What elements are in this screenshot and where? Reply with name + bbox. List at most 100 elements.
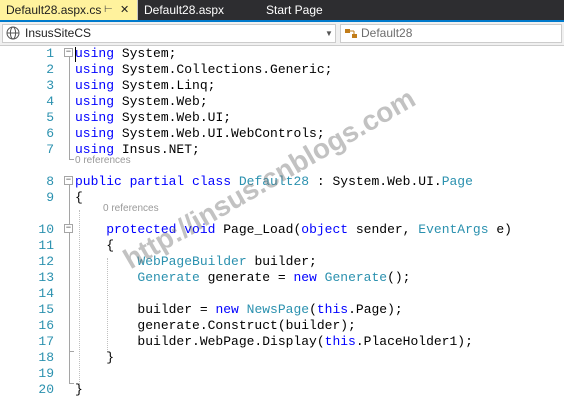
- code-line[interactable]: 13 Generate generate = new Generate();: [0, 270, 564, 286]
- code-line[interactable]: 18 }: [0, 350, 564, 366]
- code-token: System.Linq;: [121, 78, 216, 93]
- code-line[interactable]: 12 WebPageBuilder builder;: [0, 254, 564, 270]
- code-text: using System.Web;: [75, 94, 208, 110]
- code-line[interactable]: 4 using System.Web;: [0, 94, 564, 110]
- code-token: e): [488, 222, 512, 237]
- keyword-token: using: [75, 46, 115, 61]
- keyword-token: object: [301, 222, 349, 237]
- keyword-token: protected void: [75, 222, 216, 237]
- code-line[interactable]: 6 using System.Web.UI.WebControls;: [0, 126, 564, 142]
- line-number: 16: [38, 318, 54, 333]
- code-text: {: [75, 238, 114, 254]
- code-line[interactable]: 3 using System.Linq;: [0, 78, 564, 94]
- code-line[interactable]: 19: [0, 366, 564, 382]
- codelens-references[interactable]: 0 references: [103, 202, 159, 216]
- line-number: 6: [46, 126, 54, 141]
- code-text: generate.Construct(builder);: [75, 318, 356, 334]
- document-tab-strip: Default28.aspx.cs ⊢ ✕ Default28.aspx Sta…: [0, 0, 564, 22]
- code-token: generate =: [199, 270, 294, 285]
- text-caret: [75, 47, 76, 62]
- code-line[interactable]: 15 builder = new NewsPage(this.Page);: [0, 302, 564, 318]
- keyword-token: using: [75, 78, 115, 93]
- type-token: Page: [441, 174, 473, 189]
- code-text: builder = new NewsPage(this.Page);: [75, 302, 402, 318]
- line-number: 5: [46, 110, 54, 125]
- type-token: Generate: [75, 270, 200, 285]
- outline-end: [69, 159, 74, 160]
- code-token: .PlaceHolder1);: [355, 334, 473, 349]
- line-number: 2: [46, 62, 54, 77]
- line-number: 20: [38, 382, 54, 397]
- code-text: {: [75, 190, 83, 206]
- keyword-token: using: [75, 126, 115, 141]
- code-line[interactable]: 11 {: [0, 238, 564, 254]
- code-token: System;: [121, 46, 177, 61]
- code-token: }: [75, 350, 115, 365]
- navigation-bar: InsusSiteCS ▼ Default28: [0, 22, 564, 46]
- line-number: 8: [46, 174, 54, 189]
- code-text: Generate generate = new Generate();: [75, 270, 410, 286]
- code-text: using System.Web.UI.WebControls;: [75, 126, 325, 142]
- chevron-down-icon: ▼: [325, 29, 333, 38]
- line-number: 15: [38, 302, 54, 317]
- type-token: NewsPage: [238, 302, 310, 317]
- tab-default28-aspx[interactable]: Default28.aspx: [138, 0, 258, 20]
- code-token: Insus.NET;: [121, 142, 200, 157]
- code-token: System.Collections.Generic;: [121, 62, 333, 77]
- code-token: (: [309, 302, 317, 317]
- line-number: 19: [38, 366, 54, 381]
- project-name: InsusSiteCS: [25, 26, 92, 40]
- code-line[interactable]: 17 builder.WebPage.Display(this.PlaceHol…: [0, 334, 564, 350]
- codelens-references[interactable]: 0 references: [75, 154, 131, 168]
- code-text: using System.Linq;: [75, 78, 215, 94]
- code-token: builder.WebPage.Display(: [75, 334, 325, 349]
- line-number: 3: [46, 78, 54, 93]
- code-line[interactable]: 2 using System.Collections.Generic;: [0, 62, 564, 78]
- line-number: 1: [46, 46, 54, 61]
- line-number: 9: [46, 190, 54, 205]
- tab-label: Default28.aspx: [144, 3, 225, 17]
- keyword-token: using: [75, 110, 115, 125]
- project-dropdown[interactable]: InsusSiteCS ▼: [2, 24, 336, 43]
- code-token: generate.Construct(builder);: [75, 318, 356, 333]
- line-number: 13: [38, 270, 54, 285]
- line-number: 4: [46, 94, 54, 109]
- code-line[interactable]: 5 using System.Web.UI;: [0, 110, 564, 126]
- type-token: Default28: [238, 174, 310, 189]
- code-text: }: [75, 382, 83, 398]
- code-editor[interactable]: − − − 1 using System; 2 using System.Collec…: [0, 46, 564, 414]
- code-token: builder =: [75, 302, 216, 317]
- code-text: using System;: [75, 46, 176, 62]
- type-token: WebPageBuilder: [75, 254, 247, 269]
- code-text: protected void Page_Load(object sender, …: [75, 222, 512, 238]
- globe-icon: [6, 26, 20, 45]
- keyword-token: new: [293, 270, 317, 285]
- member-dropdown[interactable]: Default28: [340, 24, 562, 43]
- code-line[interactable]: 1 using System;: [0, 46, 564, 62]
- code-token: System.Web.UI;: [121, 110, 232, 125]
- code-token: sender,: [348, 222, 419, 237]
- line-number: 7: [46, 142, 54, 157]
- code-line[interactable]: 9{: [0, 190, 564, 206]
- line-number: 10: [38, 222, 54, 237]
- code-line[interactable]: 10 protected void Page_Load(object sende…: [0, 222, 564, 238]
- class-icon: [344, 27, 358, 45]
- line-number: 14: [38, 286, 54, 301]
- close-icon[interactable]: ✕: [120, 0, 129, 20]
- code-token: ();: [387, 270, 411, 285]
- line-number: 11: [38, 238, 54, 253]
- code-line[interactable]: 16 generate.Construct(builder);: [0, 318, 564, 334]
- code-line[interactable]: 14: [0, 286, 564, 302]
- member-name: Default28: [361, 26, 413, 40]
- code-token: : System.Web.UI.: [309, 174, 442, 189]
- keyword-token: this: [324, 334, 356, 349]
- code-text: builder.WebPage.Display(this.PlaceHolder…: [75, 334, 473, 350]
- pin-icon[interactable]: ⊢: [104, 0, 113, 20]
- tab-default28-aspx-cs[interactable]: Default28.aspx.cs ⊢ ✕: [0, 0, 138, 20]
- code-token: }: [75, 382, 83, 397]
- line-number: 12: [38, 254, 54, 269]
- code-line[interactable]: 20}: [0, 382, 564, 398]
- tab-start-page[interactable]: Start Page: [258, 0, 378, 20]
- code-token: System.Web;: [121, 94, 208, 109]
- code-line[interactable]: 8 public partial class Default28 : System…: [0, 174, 564, 190]
